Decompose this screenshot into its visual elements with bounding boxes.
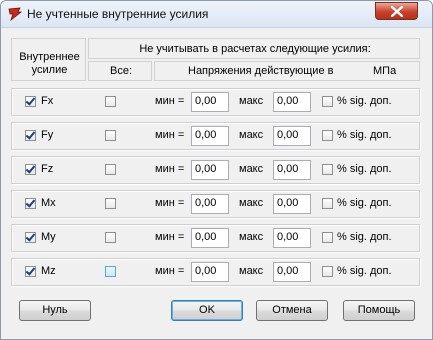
dialog-content: Внутреннее усилие Не учитывать в расчета… (7, 34, 426, 331)
min-label: мин = (155, 129, 185, 141)
percent-label: % sig. доп. (337, 265, 392, 277)
header-all: Все: (88, 61, 152, 81)
percent-checkbox[interactable] (322, 232, 333, 243)
force-label: Fz (41, 163, 54, 175)
force-row-fy: Fy мин = 0,00 макс 0,00 % sig. доп. (11, 122, 420, 150)
all-checkbox[interactable] (105, 232, 116, 243)
help-button[interactable]: Помощь (343, 300, 415, 321)
force-row-my: My мин = 0,00 макс 0,00 % sig. доп. (11, 224, 420, 252)
header-units-label: МПа (373, 65, 397, 77)
min-label: мин = (155, 265, 185, 277)
max-label: макс (239, 95, 264, 107)
max-label: макс (239, 197, 264, 209)
force-label: Fx (41, 95, 54, 107)
force-label: Fy (41, 129, 54, 141)
min-input[interactable]: 0,00 (191, 194, 229, 214)
percent-checkbox[interactable] (322, 164, 333, 175)
percent-label: % sig. доп. (337, 129, 392, 141)
force-row-mx: Mx мин = 0,00 макс 0,00 % sig. доп. (11, 190, 420, 218)
max-input[interactable]: 0,00 (273, 228, 311, 248)
title-bar[interactable]: Не учтенные внутренние усилия (1, 1, 432, 28)
force-label: My (41, 231, 56, 243)
header-ignore: Не учитывать в расчетах следующие усилия… (88, 38, 420, 59)
max-input[interactable]: 0,00 (273, 194, 311, 214)
force-checkbox[interactable] (25, 266, 36, 277)
max-label: макс (239, 265, 264, 277)
cancel-button[interactable]: Отмена (256, 300, 328, 321)
force-label: Mz (41, 265, 56, 277)
percent-label: % sig. доп. (337, 163, 392, 175)
max-label: макс (239, 231, 264, 243)
force-row-fx: Fx мин = 0,00 макс 0,00 % sig. доп. (11, 88, 420, 116)
min-input[interactable]: 0,00 (191, 228, 229, 248)
close-button[interactable] (375, 2, 418, 20)
app-icon (8, 7, 23, 22)
percent-checkbox[interactable] (322, 130, 333, 141)
max-label: макс (239, 163, 264, 175)
max-input[interactable]: 0,00 (273, 262, 311, 282)
percent-label: % sig. доп. (337, 197, 392, 209)
max-label: макс (239, 129, 264, 141)
dialog-window: Не учтенные внутренние усилия Внутреннее… (0, 0, 433, 340)
min-input[interactable]: 0,00 (191, 262, 229, 282)
min-input[interactable]: 0,00 (191, 126, 229, 146)
min-label: мин = (155, 197, 185, 209)
percent-checkbox[interactable] (322, 266, 333, 277)
force-checkbox[interactable] (25, 164, 36, 175)
header-internal-forces-label: Внутреннее усилие (19, 51, 80, 76)
header-internal-forces: Внутреннее усилие (11, 38, 86, 81)
force-label: Mx (41, 197, 56, 209)
force-row-fz: Fz мин = 0,00 макс 0,00 % sig. доп. (11, 156, 420, 184)
all-checkbox[interactable] (105, 130, 116, 141)
all-checkbox[interactable] (105, 164, 116, 175)
all-checkbox[interactable] (105, 96, 116, 107)
max-input[interactable]: 0,00 (273, 126, 311, 146)
null-button[interactable]: Нуль (19, 300, 91, 321)
force-row-mz: Mz мин = 0,00 макс 0,00 % sig. доп. (11, 258, 420, 286)
force-checkbox[interactable] (25, 130, 36, 141)
force-checkbox[interactable] (25, 232, 36, 243)
percent-checkbox[interactable] (322, 96, 333, 107)
header-ignore-label: Не учитывать в расчетах следующие усилия… (139, 43, 371, 55)
percent-label: % sig. доп. (337, 95, 392, 107)
force-checkbox[interactable] (25, 96, 36, 107)
ok-button[interactable]: OK (171, 300, 243, 321)
max-input[interactable]: 0,00 (273, 92, 311, 112)
header-all-label: Все: (109, 65, 132, 77)
min-label: мин = (155, 95, 185, 107)
header-stresses-label: Напряжения действующие в (188, 65, 334, 77)
all-checkbox[interactable] (105, 266, 116, 277)
min-label: мин = (155, 231, 185, 243)
max-input[interactable]: 0,00 (273, 160, 311, 180)
all-checkbox[interactable] (105, 198, 116, 209)
percent-checkbox[interactable] (322, 198, 333, 209)
percent-label: % sig. доп. (337, 231, 392, 243)
close-icon (391, 6, 403, 17)
force-checkbox[interactable] (25, 198, 36, 209)
min-label: мин = (155, 163, 185, 175)
min-input[interactable]: 0,00 (191, 92, 229, 112)
header-stresses: Напряжения действующие в МПа (154, 61, 420, 81)
window-title: Не учтенные внутренние усилия (27, 7, 209, 21)
min-input[interactable]: 0,00 (191, 160, 229, 180)
